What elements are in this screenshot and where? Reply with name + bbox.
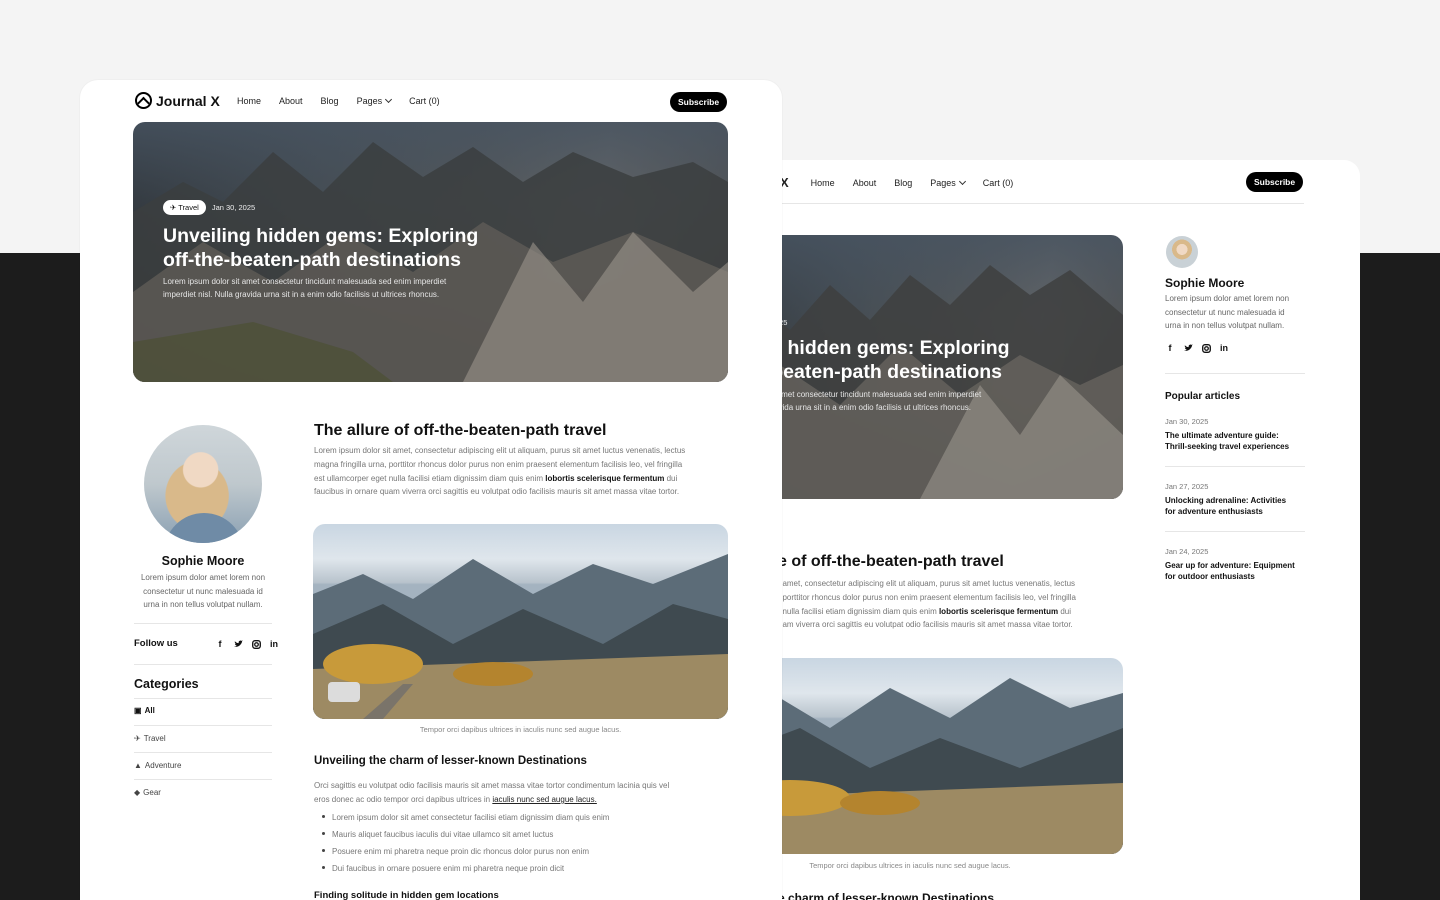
sidebar-divider: [134, 664, 272, 665]
linkedin-icon[interactable]: in: [269, 639, 279, 649]
back-nav: X Home About Blog Pages Cart (0): [780, 175, 1013, 190]
back-nav-home[interactable]: Home: [811, 178, 835, 188]
main-nav: Home About Blog Pages Cart (0): [237, 95, 440, 106]
article-photo: [313, 524, 728, 719]
instagram-icon[interactable]: [1201, 343, 1211, 353]
popular-article-link[interactable]: Unlocking adrenaline: Activities for adve…: [1165, 495, 1286, 517]
chevron-down-icon: [958, 177, 966, 185]
categories-divider: [134, 698, 272, 699]
list-item: Posuere enim mi pharetra neque proin dic…: [320, 845, 609, 862]
popular-divider: [1165, 466, 1305, 467]
nav-about[interactable]: About: [279, 96, 303, 106]
nav-cart[interactable]: Cart (0): [409, 96, 440, 106]
back-photo-caption: Tempor orci dapibus ultrices in iaculis …: [809, 861, 1011, 870]
hero-banner[interactable]: ✈ Travel Jan 30, 2025 Unveiling hidden g…: [133, 122, 728, 382]
back-paragraph: t amet, consectetur adipiscing elit ut a…: [778, 579, 1076, 630]
category-item-travel[interactable]: ✈ Travel: [134, 734, 166, 743]
instagram-icon[interactable]: [251, 639, 261, 649]
list-item: Mauris aliquet faucibus iaculis dui vita…: [320, 828, 609, 845]
categories-divider: [134, 779, 272, 780]
brand-name: Journal X: [156, 92, 220, 109]
back-section-title: e of off-the-beaten-path travel: [778, 553, 1004, 570]
section2-title: Unveiling the charm of lesser-known Dest…: [314, 755, 587, 767]
author-avatar-small[interactable]: [1166, 236, 1198, 268]
photo-caption: Tempor orci dapibus ultrices in iaculis …: [419, 725, 622, 734]
hero-date: Jan 30, 2025: [211, 203, 256, 212]
popular-article-link[interactable]: Gear up for adventure: Equipment for outd…: [1165, 560, 1295, 582]
category-badge[interactable]: ✈ Travel: [163, 200, 206, 215]
category-item-all[interactable]: ▣ All: [134, 706, 155, 715]
popular-date: Jan 30, 2025: [1165, 417, 1209, 426]
categories-divider: [134, 725, 272, 726]
inline-link[interactable]: iaculis nunc sed augue lacus.: [492, 795, 597, 804]
twitter-icon[interactable]: [1183, 343, 1193, 353]
sidebar-divider: [134, 623, 272, 624]
back-subscribe-button[interactable]: Subscribe: [1246, 172, 1304, 192]
author-avatar[interactable]: [144, 425, 262, 543]
logo-mountain-icon: [135, 92, 152, 109]
popular-article-link[interactable]: The ultimate adventure guide: Thrill-seek…: [1165, 430, 1289, 452]
back-nav-divider: [780, 203, 1304, 204]
author-bio: Lorem ipsum dolor amet lorem non consecte…: [140, 573, 266, 609]
back-page-card: X Home About Blog Pages Cart (0) Subscri…: [740, 160, 1360, 900]
popular-articles-title: Popular articles: [1165, 391, 1241, 402]
front-page-card: Journal X Home About Blog Pages Cart (0)…: [80, 80, 782, 900]
nav-home[interactable]: Home: [237, 96, 261, 106]
follow-label: Follow us: [134, 638, 178, 649]
chevron-down-icon: [385, 95, 393, 104]
popular-date: Jan 24, 2025: [1165, 547, 1209, 556]
back-hero-banner[interactable]: Jan 30, 2025 iling hidden gems: Explorin…: [740, 235, 1123, 499]
twitter-icon[interactable]: [233, 639, 243, 649]
hero-excerpt: Lorem ipsum dolor sit amet consectetur t…: [163, 277, 447, 299]
social-links: f in: [215, 639, 279, 649]
plane-icon: ✈: [170, 203, 177, 212]
bag-icon: ◆: [134, 788, 141, 797]
categories-divider: [134, 752, 272, 753]
back-section2-title: e charm of lesser-known Destinations: [778, 891, 995, 900]
facebook-icon[interactable]: f: [215, 639, 225, 649]
back-social-links: f in: [1165, 343, 1229, 353]
back-nav-about[interactable]: About: [853, 178, 877, 188]
nav-pages[interactable]: Pages: [357, 95, 393, 106]
back-author-bio: Lorem ipsum dolor amet lorem non consecte…: [1165, 294, 1290, 330]
plane-icon: ✈: [134, 734, 141, 743]
section3-title: Finding solitude in hidden gem locations: [314, 890, 499, 900]
category-item-adventure[interactable]: ▲ Adventure: [134, 761, 181, 770]
back-hero-title: iling hidden gems: Exploring he-beaten-pa…: [742, 337, 1010, 383]
list-item: Lorem ipsum dolor sit amet consectetur f…: [320, 811, 609, 828]
linkedin-icon[interactable]: in: [1219, 343, 1229, 353]
nav-blog[interactable]: Blog: [321, 96, 339, 106]
facebook-icon[interactable]: f: [1165, 343, 1175, 353]
section2-paragraph: Orci sagittis eu volutpat odio facilisis…: [314, 781, 670, 804]
subscribe-button[interactable]: Subscribe: [670, 92, 728, 112]
back-author-name: Sophie Moore: [1165, 276, 1245, 290]
category-item-gear[interactable]: ◆ Gear: [134, 788, 161, 797]
grid-icon: ▣: [134, 706, 142, 715]
categories-title: Categories: [134, 677, 199, 691]
back-nav-blog[interactable]: Blog: [894, 178, 912, 188]
back-nav-cart[interactable]: Cart (0): [983, 178, 1014, 188]
bullet-list: Lorem ipsum dolor sit amet consectetur f…: [320, 811, 609, 879]
back-article-photo: [740, 658, 1123, 854]
mountain-icon: ▲: [134, 761, 142, 770]
author-name: Sophie Moore: [161, 554, 245, 568]
list-item: Dui faucibus in ornare posuere enim mi p…: [320, 862, 609, 879]
brand-logo[interactable]: Journal X: [135, 92, 220, 109]
section1-title: The allure of off-the-beaten-path travel: [314, 422, 607, 439]
popular-divider: [1165, 531, 1305, 532]
sidebar-divider: [1165, 373, 1305, 374]
hero-title[interactable]: Unveiling hidden gems: Exploring off-the-…: [163, 224, 478, 272]
back-nav-pages[interactable]: Pages: [930, 177, 966, 188]
section1-paragraph: Lorem ipsum dolor sit amet, consectetur …: [314, 446, 686, 497]
popular-date: Jan 27, 2025: [1165, 482, 1209, 491]
